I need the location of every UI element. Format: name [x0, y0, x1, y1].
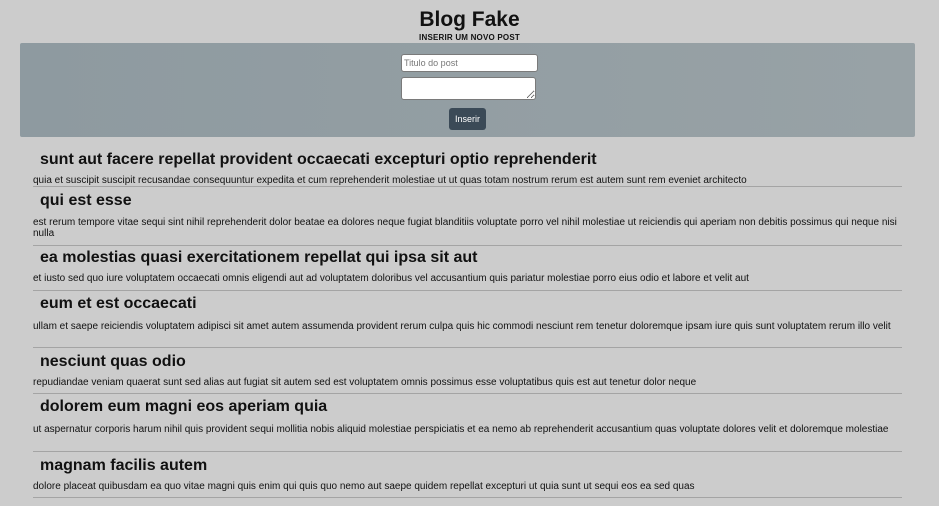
post-body: et iusto sed quo iure voluptatem occaeca… [33, 273, 749, 284]
post-body-textarea[interactable] [401, 77, 536, 100]
post-item: ea molestias quasi exercitationem repell… [33, 246, 902, 291]
post-item: eum et est occaecati ullam et saepe reic… [33, 291, 902, 348]
post-body: ullam et saepe reiciendis voluptatem adi… [33, 321, 891, 332]
post-title: sunt aut facere repellat provident occae… [40, 151, 597, 168]
post-title: nesciunt quas odio [40, 353, 186, 370]
post-title: eum et est occaecati [40, 295, 197, 312]
post-title: dolorem eum magni eos aperiam quia [40, 398, 328, 415]
post-body: repudiandae veniam quaerat sunt sed alia… [33, 377, 697, 388]
post-body: quia et suscipit suscipit recusandae con… [33, 175, 747, 186]
new-post-form: Inserir [20, 43, 915, 137]
post-item: dolorem eum magni eos aperiam quia ut as… [33, 394, 902, 452]
post-body: dolore placeat quibusdam ea quo vitae ma… [33, 481, 695, 492]
post-title: ea molestias quasi exercitationem repell… [40, 249, 478, 266]
post-item: magnam facilis autem dolore placeat quib… [33, 452, 902, 498]
post-title: magnam facilis autem [40, 457, 208, 474]
post-item: qui est esse est rerum tempore vitae seq… [33, 187, 902, 246]
page-title: Blog Fake [419, 8, 520, 31]
post-body: est rerum tempore vitae sequi sint nihil… [33, 217, 897, 239]
post-title-input[interactable] [401, 54, 538, 72]
post-body: ut aspernatur corporis harum nihil quis … [33, 424, 889, 435]
post-list: sunt aut facere repellat provident occae… [33, 148, 902, 498]
post-item: sunt aut facere repellat provident occae… [33, 148, 902, 187]
post-title: qui est esse [40, 192, 132, 209]
insert-button[interactable]: Inserir [449, 108, 486, 130]
post-item: nesciunt quas odio repudiandae veniam qu… [33, 348, 902, 394]
